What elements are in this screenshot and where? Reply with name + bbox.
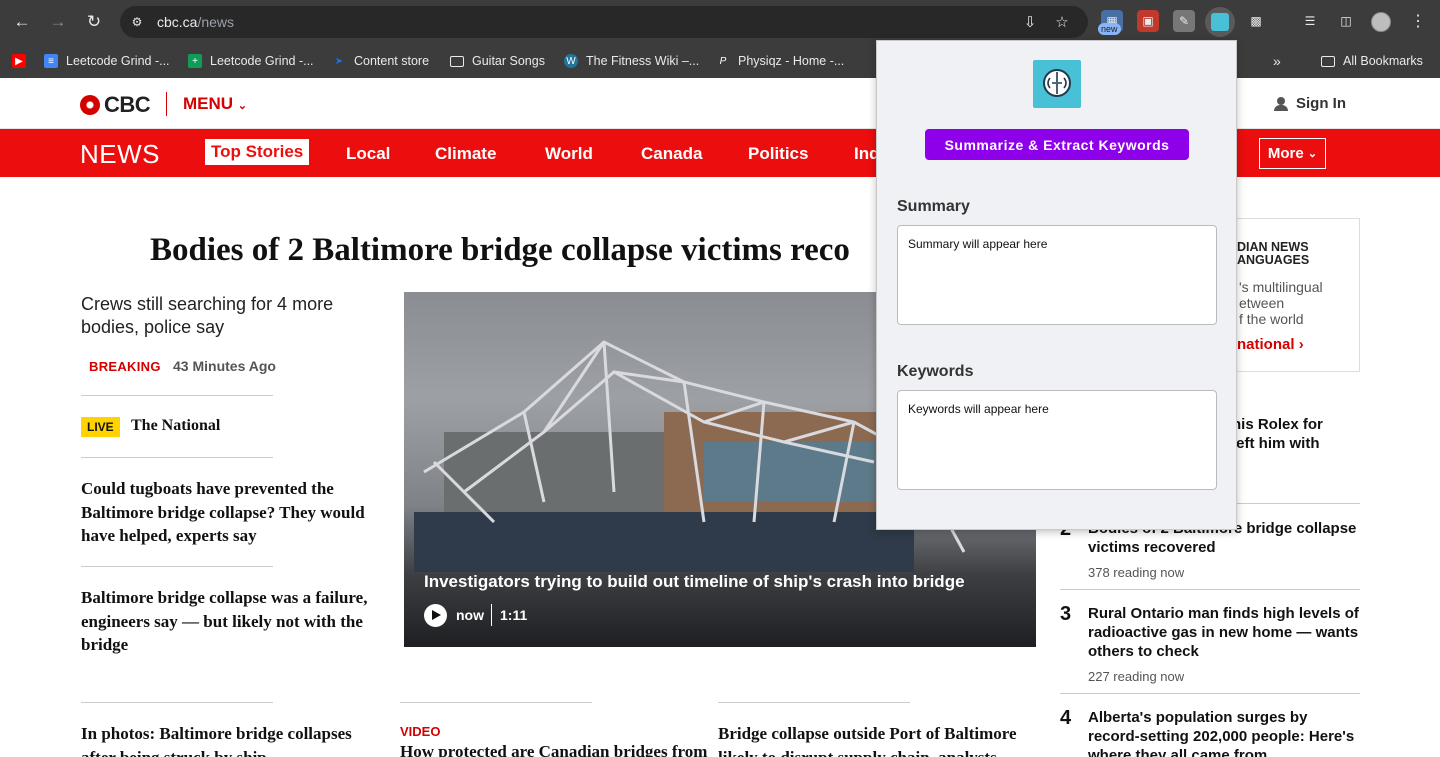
- promo-title: DIAN NEWS ANGUAGES: [1237, 240, 1310, 267]
- bookmark-guitar-songs[interactable]: Guitar Songs: [450, 52, 545, 70]
- browser-toolbar: ← → ↻ ⚙ cbc.ca/news ⇩ ☆ ▦ new ▣ ✎ ▩ ☰ ◫ …: [0, 0, 1440, 44]
- sign-in-button[interactable]: Sign In: [1274, 95, 1346, 112]
- chevron-down-icon: ⌄: [237, 100, 248, 112]
- bookmark-youtube[interactable]: ▶: [12, 52, 34, 70]
- bookmarks-overflow-icon[interactable]: »: [1273, 52, 1281, 70]
- nav-local[interactable]: Local: [346, 144, 390, 164]
- bookmark-leetcode-1[interactable]: ≡ Leetcode Grind -...: [44, 52, 170, 70]
- side-panel-icon[interactable]: ◫: [1335, 10, 1357, 32]
- summarizer-extension-icon[interactable]: [1205, 7, 1235, 37]
- brain-logo-icon: [1033, 60, 1081, 108]
- divider: [400, 702, 592, 703]
- install-app-icon[interactable]: ⇩: [1020, 12, 1040, 32]
- hero-caption[interactable]: Investigators trying to build out timeli…: [424, 572, 965, 592]
- docs-icon: ≡: [44, 54, 58, 68]
- video-label: VIDEO: [400, 724, 441, 739]
- trending-rank-4: 4: [1060, 707, 1072, 729]
- news-wordmark[interactable]: NEWS: [80, 139, 160, 170]
- back-arrow-icon[interactable]: ←: [10, 10, 34, 34]
- extension-cast-icon[interactable]: ▣: [1137, 10, 1159, 32]
- divider: [81, 702, 273, 703]
- trending-rank-3: 3: [1060, 603, 1072, 625]
- story-canadian-bridges[interactable]: How protected are Canadian bridges from: [400, 740, 707, 757]
- extensions-puzzle-icon[interactable]: ▩: [1245, 10, 1267, 32]
- chevron-down-icon: ⌄: [1307, 148, 1318, 160]
- promo-text: 's multilingual etween f the world: [1239, 279, 1323, 327]
- folder-icon: [450, 55, 464, 67]
- bookmark-physiqz[interactable]: P Physiqz - Home -...: [716, 52, 845, 70]
- divider: [81, 457, 273, 458]
- keywords-label: Keywords: [897, 363, 974, 380]
- profile-avatar[interactable]: [1371, 12, 1391, 32]
- summarizer-popup: Summarize & Extract Keywords Summary Key…: [876, 40, 1237, 530]
- chevron-right-icon: ›: [1298, 336, 1304, 353]
- main-headline[interactable]: Bodies of 2 Baltimore bridge collapse vi…: [150, 232, 850, 269]
- story-in-photos[interactable]: In photos: Baltimore bridge collapses af…: [81, 722, 381, 757]
- summary-textarea[interactable]: [897, 225, 1217, 325]
- live-the-national[interactable]: The National: [131, 417, 220, 435]
- live-badge: LIVE: [81, 417, 120, 437]
- reading-list-icon[interactable]: ☰: [1299, 10, 1321, 32]
- nav-canada[interactable]: Canada: [641, 144, 702, 164]
- more-menu-icon[interactable]: ⋮: [1407, 10, 1429, 32]
- all-bookmarks[interactable]: All Bookmarks: [1321, 52, 1423, 70]
- forward-arrow-icon[interactable]: →: [46, 10, 70, 34]
- trending-meta-3: 227 reading now: [1088, 669, 1185, 684]
- divider: [491, 604, 492, 626]
- story-tugboats[interactable]: Could tugboats have prevented the Baltim…: [81, 477, 373, 548]
- more-button[interactable]: More ⌄: [1259, 138, 1326, 169]
- menu-button[interactable]: MENU ⌄: [183, 94, 247, 114]
- divider: [718, 702, 910, 703]
- wordpress-icon: W: [564, 54, 578, 68]
- header-divider: [166, 92, 167, 116]
- nav-world[interactable]: World: [545, 144, 593, 164]
- bookmark-content-store[interactable]: ➤ Content store: [332, 52, 429, 70]
- divider: [1060, 693, 1360, 694]
- keywords-textarea[interactable]: [897, 390, 1217, 490]
- trending-meta-2: 378 reading now: [1088, 565, 1185, 580]
- url-text[interactable]: cbc.ca/news: [157, 14, 234, 30]
- sheets-icon: +: [188, 54, 202, 68]
- promo-link[interactable]: national ›: [1237, 336, 1304, 353]
- youtube-icon: ▶: [12, 54, 26, 68]
- hero-duration: 1:11: [500, 607, 528, 623]
- time-ago: 43 Minutes Ago: [173, 358, 276, 374]
- trending-item-4[interactable]: Alberta's population surges by record-se…: [1088, 708, 1360, 757]
- bookmark-fitness-wiki[interactable]: W The Fitness Wiki –...: [564, 52, 699, 70]
- folder-icon: [1321, 55, 1335, 67]
- address-bar[interactable]: ⚙ cbc.ca/news ⇩ ☆: [120, 6, 1088, 38]
- nav-politics[interactable]: Politics: [748, 144, 808, 164]
- divider: [81, 566, 273, 567]
- breaking-label: BREAKING: [89, 359, 161, 374]
- summary-label: Summary: [897, 198, 970, 215]
- new-badge: new: [1098, 23, 1121, 35]
- nav-climate[interactable]: Climate: [435, 144, 496, 164]
- headline-subhead: Crews still searching for 4 more bodies,…: [81, 294, 334, 337]
- user-icon: [1274, 96, 1288, 111]
- bookmark-leetcode-2[interactable]: + Leetcode Grind -...: [188, 52, 314, 70]
- content-icon: ➤: [334, 55, 344, 67]
- cbc-logo[interactable]: CBC: [80, 92, 151, 118]
- divider: [1060, 589, 1360, 590]
- cbc-gem-icon: [80, 95, 100, 115]
- nav-top-stories[interactable]: Top Stories: [205, 139, 310, 165]
- story-engineers[interactable]: Baltimore bridge collapse was a failure,…: [81, 586, 373, 657]
- trending-item-3[interactable]: Rural Ontario man finds high levels of r…: [1088, 604, 1360, 661]
- summarize-button[interactable]: Summarize & Extract Keywords: [925, 129, 1189, 160]
- story-supply-chain[interactable]: Bridge collapse outside Port of Baltimor…: [718, 722, 1018, 757]
- bookmark-star-icon[interactable]: ☆: [1052, 12, 1072, 32]
- reload-icon[interactable]: ↻: [82, 10, 106, 34]
- site-settings-icon[interactable]: ⚙: [128, 13, 146, 31]
- hero-now: now: [456, 607, 484, 623]
- play-icon[interactable]: [424, 604, 447, 627]
- divider: [81, 395, 273, 396]
- physiqz-icon: P: [719, 55, 727, 67]
- extension-notes-icon[interactable]: ✎: [1173, 10, 1195, 32]
